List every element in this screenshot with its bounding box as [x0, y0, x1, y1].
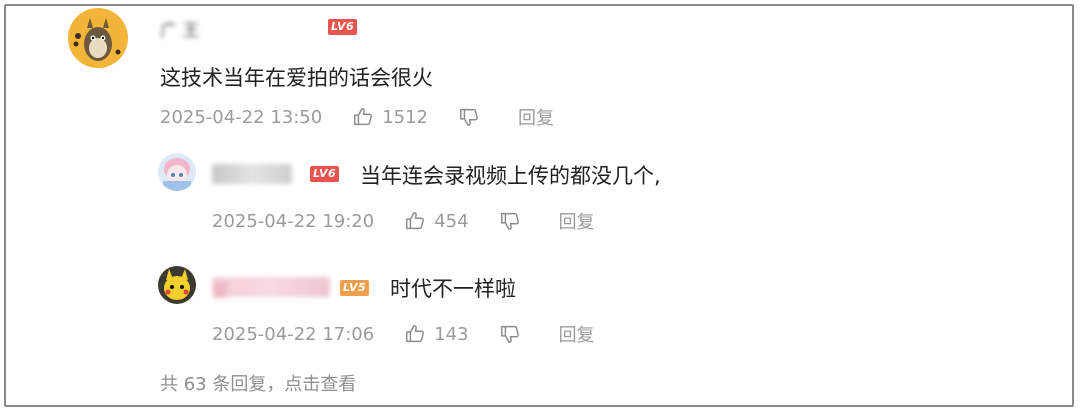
- like-count: 143: [434, 323, 469, 345]
- like-button[interactable]: 143: [404, 323, 469, 345]
- commenter-avatar[interactable]: [68, 8, 128, 68]
- dislike-button[interactable]: [499, 323, 529, 345]
- like-button[interactable]: 1512: [352, 106, 428, 128]
- thumbs-down-icon: [460, 108, 478, 126]
- reply-button[interactable]: 回复: [559, 321, 595, 347]
- timestamp: 2025-04-22 17:06: [212, 323, 375, 345]
- like-count: 1512: [382, 106, 429, 128]
- reply-avatar[interactable]: [158, 153, 196, 191]
- reply-button[interactable]: 回复: [518, 104, 554, 130]
- commenter-name[interactable]: 广 王: [160, 16, 199, 41]
- like-button[interactable]: 454: [404, 210, 469, 232]
- dislike-button[interactable]: [499, 210, 529, 232]
- level-badge: LV6: [328, 19, 358, 35]
- thumbs-down-icon: [500, 212, 519, 230]
- dislike-button[interactable]: [458, 106, 488, 128]
- reply-meta: 2025-04-22 19:20 454 回复: [212, 208, 595, 234]
- reply-meta: 2025-04-22 17:06 143 回复: [212, 321, 595, 347]
- comment-meta: 2025-04-22 13:50 1512 回复: [160, 104, 554, 130]
- thumbs-up-icon: [406, 325, 425, 343]
- timestamp: 2025-04-22 13:50: [160, 106, 323, 128]
- reply-button[interactable]: 回复: [559, 208, 595, 234]
- thumbs-up-icon: [406, 212, 425, 230]
- timestamp: 2025-04-22 19:20: [212, 210, 375, 232]
- reply-text: 时代不一样啦: [390, 277, 516, 301]
- level-badge: LV6: [310, 166, 340, 182]
- level-badge: LV5: [340, 280, 370, 296]
- comment-text: 这技术当年在爱拍的话会很火: [160, 66, 433, 90]
- like-count: 454: [434, 210, 469, 232]
- reply-text: 当年连会录视频上传的都没几个,: [360, 164, 661, 188]
- reply-username[interactable]: [212, 164, 292, 184]
- thumbs-down-icon: [500, 325, 519, 343]
- reply-username[interactable]: 爱: [212, 277, 330, 302]
- reply-avatar[interactable]: [158, 266, 196, 304]
- thumbs-up-icon: [354, 108, 373, 126]
- view-more-replies-link[interactable]: 共 63 条回复，点击查看: [160, 370, 356, 396]
